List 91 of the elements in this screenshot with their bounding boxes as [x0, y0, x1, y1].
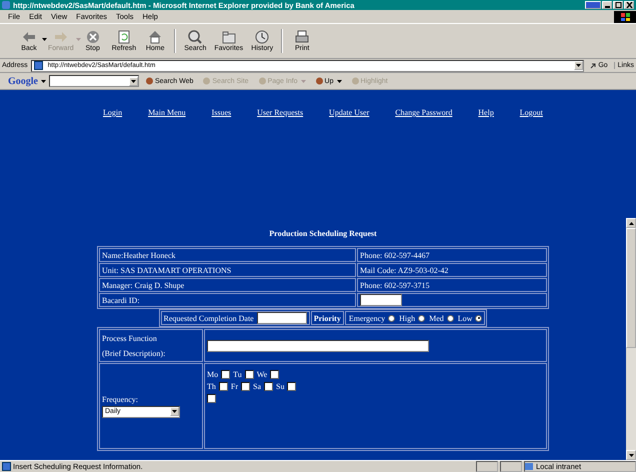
home-icon	[147, 30, 164, 44]
page-icon	[2, 462, 11, 471]
dropdown-caret-icon[interactable]	[42, 38, 47, 41]
nav-link[interactable]: Login	[103, 108, 122, 117]
arrow-icon	[590, 62, 598, 68]
table-cell: Phone: 602-597-3715	[357, 278, 547, 292]
minimize-button[interactable]	[602, 1, 612, 9]
date-field[interactable]	[256, 312, 307, 324]
day-label: Su	[276, 382, 284, 390]
priority-label: Priority	[310, 311, 344, 325]
radio-button[interactable]	[446, 314, 454, 322]
caret-icon	[576, 64, 582, 67]
form-title: Production Scheduling Request	[269, 229, 377, 238]
nav-link[interactable]: Update User	[329, 108, 370, 117]
caret-icon	[628, 222, 634, 224]
frequency-label: Frequency:	[102, 394, 138, 404]
maximize-icon	[614, 2, 622, 8]
nav-link[interactable]: Issues	[212, 108, 232, 117]
scrollbar[interactable]	[626, 218, 636, 460]
printer-icon	[294, 30, 310, 44]
scrollbar-thumb[interactable]	[626, 228, 636, 348]
radio-button[interactable]	[388, 314, 396, 322]
forward-arrow-icon	[52, 30, 69, 44]
scroll-up-button[interactable]	[626, 218, 636, 228]
windows-logo-icon	[614, 10, 636, 22]
checkbox[interactable]	[218, 382, 228, 390]
day-label: Sa	[253, 382, 262, 390]
caret-icon	[336, 80, 342, 82]
table-cell: Bacardi ID:	[99, 293, 356, 307]
caret-icon	[172, 410, 177, 413]
ie-icon	[2, 1, 10, 9]
day-label: Fr	[230, 382, 238, 390]
google-logo[interactable]: Google	[8, 76, 38, 86]
caret-icon	[131, 80, 136, 82]
nav-link[interactable]: Main Menu	[148, 108, 186, 117]
table-cell: Name:Heather Honeck	[99, 248, 356, 262]
checkbox[interactable]	[264, 382, 274, 390]
stop-icon	[84, 30, 101, 44]
process-label: Process Function (Brief Description):	[102, 333, 166, 360]
description-field[interactable]	[207, 340, 429, 352]
radio-label: Emergency	[348, 314, 386, 322]
dropdown-button[interactable]	[129, 76, 138, 86]
dot-icon	[202, 77, 212, 85]
dot-icon	[314, 77, 324, 85]
bacardi-id-field[interactable]	[360, 294, 402, 306]
dropdown-caret-icon[interactable]	[41, 80, 46, 82]
day-label: We	[256, 370, 268, 378]
radio-button[interactable]	[418, 314, 426, 322]
completion-date-label: Requested Completion Date	[164, 314, 254, 322]
nav-link[interactable]: Help	[478, 108, 494, 117]
close-button[interactable]	[624, 1, 634, 9]
nav-link[interactable]: Logout	[520, 108, 543, 117]
checkbox[interactable]	[221, 370, 230, 378]
nav-link[interactable]: User Requests	[257, 108, 304, 117]
dropdown-button[interactable]	[574, 61, 584, 70]
table-cell: Mail Code: AZ9-503-02-42	[357, 263, 547, 277]
checkbox[interactable]	[244, 370, 254, 378]
table-cell: Unit: SAS DATAMART OPERATIONS	[99, 263, 356, 277]
checkbox[interactable]	[207, 394, 216, 402]
clock-icon	[254, 30, 270, 44]
caret-icon	[300, 80, 306, 82]
close-icon	[626, 2, 632, 8]
status-panel	[500, 461, 522, 472]
status-panel	[476, 461, 498, 472]
table-cell: Manager: Craig D. Shupe	[99, 278, 356, 292]
checkbox[interactable]	[287, 382, 296, 390]
dot-icon	[258, 77, 267, 85]
scroll-down-button[interactable]	[626, 450, 636, 460]
nav-link[interactable]: Change Password	[395, 108, 452, 117]
page-icon	[34, 61, 43, 70]
back-arrow-icon	[21, 30, 37, 44]
search-icon	[187, 30, 204, 44]
table-cell: Phone: 602-597-4467	[357, 248, 547, 262]
radio-label: Med	[429, 314, 444, 322]
radio-label: Low	[458, 314, 472, 322]
refresh-icon	[116, 30, 132, 44]
maximize-button[interactable]	[613, 1, 623, 9]
day-label: Mo	[207, 370, 218, 378]
caret-icon	[628, 454, 634, 456]
day-label: Th	[207, 382, 216, 390]
search-field[interactable]	[49, 75, 139, 87]
dropdown-button[interactable]	[170, 407, 179, 416]
network-icon	[525, 463, 533, 470]
dot-icon	[145, 77, 154, 85]
radio-label: High	[399, 314, 416, 322]
folder-icon	[220, 30, 237, 44]
day-label: Tu	[233, 370, 242, 378]
radio-button[interactable]	[475, 314, 482, 322]
dot-icon	[350, 77, 360, 85]
checkbox[interactable]	[270, 370, 280, 378]
checkbox[interactable]	[241, 382, 250, 390]
